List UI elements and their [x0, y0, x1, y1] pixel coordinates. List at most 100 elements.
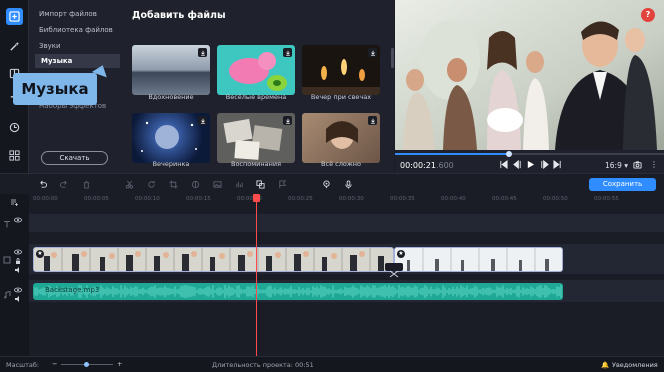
- music-tile-party[interactable]: [132, 113, 210, 163]
- time-ms: .600: [435, 161, 454, 170]
- player-controls: 00:00:21.600 16:9 ▾ ⋮: [395, 150, 664, 173]
- ruler-tick: 00:00:05: [84, 196, 109, 202]
- tile-caption: Вечеринка: [152, 160, 190, 168]
- download-icon[interactable]: [368, 116, 377, 125]
- clock-icon[interactable]: [6, 119, 23, 136]
- playback-time: 00:00:21.600: [400, 161, 454, 170]
- ruler-tick: 00:00:45: [492, 196, 517, 202]
- eye-icon[interactable]: [14, 248, 22, 256]
- zoom-out-icon[interactable]: −: [52, 360, 57, 368]
- download-icon[interactable]: [283, 48, 292, 57]
- progress-fill: [395, 153, 508, 155]
- undo-icon[interactable]: [38, 180, 47, 189]
- aspect-ratio-select[interactable]: 16:9 ▾: [605, 161, 628, 170]
- playhead-handle[interactable]: [253, 194, 260, 202]
- download-icon[interactable]: [283, 116, 292, 125]
- camera-icon[interactable]: [633, 160, 642, 169]
- lock-icon[interactable]: [14, 257, 22, 265]
- music-callout: Музыка: [13, 73, 97, 105]
- more-options-icon[interactable]: ⋮: [650, 160, 659, 169]
- project-duration: Длительность проекта: 00:51: [212, 361, 314, 369]
- stabilize-icon[interactable]: [322, 180, 331, 189]
- category-library[interactable]: Библиотека файлов: [39, 26, 113, 34]
- overlay-icon[interactable]: [256, 180, 265, 189]
- zoom-knob[interactable]: [84, 362, 89, 367]
- flag-icon[interactable]: [278, 180, 287, 189]
- ruler-tick: 00:00:10: [135, 196, 160, 202]
- speaker-icon[interactable]: [14, 266, 22, 274]
- notifications-link[interactable]: Уведомления: [612, 361, 658, 369]
- step-forward-icon[interactable]: [540, 160, 549, 169]
- download-icon[interactable]: [368, 48, 377, 57]
- delete-icon[interactable]: [82, 180, 91, 189]
- magic-wand-icon[interactable]: [6, 38, 23, 55]
- progress-knob[interactable]: [506, 151, 512, 157]
- video-clip-2[interactable]: ★: [394, 247, 563, 272]
- clip-star-icon: ★: [36, 250, 44, 258]
- add-files-panel: Добавить файлы Вдохновение Весёлые време…: [120, 0, 394, 173]
- import-icon[interactable]: [6, 8, 23, 25]
- text-track[interactable]: [29, 214, 664, 232]
- edit-toolbar: [0, 173, 664, 194]
- audio-clip[interactable]: Backstage.mp3: [33, 283, 563, 300]
- ruler-tick: 00:00:40: [441, 196, 466, 202]
- zoom-slider[interactable]: [61, 362, 113, 367]
- step-back-icon[interactable]: [513, 160, 522, 169]
- ruler-tick: 00:00:25: [288, 196, 313, 202]
- time-main: 00:00:21: [400, 161, 436, 170]
- clip-star-icon: ★: [397, 250, 405, 258]
- video-clip-1[interactable]: ★: [33, 247, 394, 272]
- music-tile-fun-times[interactable]: [217, 45, 295, 95]
- save-button[interactable]: Сохранить: [589, 178, 656, 191]
- text-track-icon: [4, 221, 10, 228]
- ruler-tick: 00:00:50: [543, 196, 568, 202]
- files-scrollbar[interactable]: [391, 48, 394, 68]
- more-tools-icon[interactable]: [6, 147, 23, 164]
- zoom-label: Масштаб:: [6, 361, 40, 369]
- add-track-icon[interactable]: [10, 198, 18, 206]
- tile-caption: Всё сложно: [321, 160, 361, 168]
- ruler-tick: 00:00:15: [186, 196, 211, 202]
- timeline: 00:00:00 00:00:05 00:00:10 00:00:15 00:0…: [0, 194, 664, 356]
- download-icon[interactable]: [198, 48, 207, 57]
- crop-icon[interactable]: [169, 180, 178, 189]
- cut-icon[interactable]: [125, 180, 134, 189]
- music-tile-complicated[interactable]: [302, 113, 380, 163]
- help-button[interactable]: ?: [641, 8, 655, 22]
- bell-icon[interactable]: 🔔: [601, 361, 609, 369]
- download-icon[interactable]: [198, 116, 207, 125]
- music-tile-inspiration[interactable]: [132, 45, 210, 95]
- transition-icon[interactable]: [385, 263, 403, 278]
- files-title: Добавить файлы: [132, 10, 226, 21]
- tile-caption: Вдохновение: [148, 93, 194, 101]
- zoom-in-icon[interactable]: +: [117, 360, 122, 368]
- ruler-tick: 00:00:00: [33, 196, 58, 202]
- speaker-icon[interactable]: [14, 295, 22, 303]
- eye-icon[interactable]: [14, 286, 22, 294]
- tile-caption: Весёлые времена: [225, 93, 287, 101]
- time-ruler[interactable]: 00:00:00 00:00:05 00:00:10 00:00:15 00:0…: [29, 194, 664, 207]
- image-icon[interactable]: [213, 180, 222, 189]
- clip-thumbnails: [395, 248, 562, 271]
- playhead[interactable]: [253, 194, 260, 356]
- color-adjust-icon[interactable]: [191, 180, 200, 189]
- tile-caption: Воспоминания: [231, 160, 281, 168]
- music-track-icon: [4, 291, 11, 299]
- category-import[interactable]: Импорт файлов: [39, 10, 97, 18]
- skip-start-icon[interactable]: [499, 160, 508, 169]
- rotate-icon[interactable]: [147, 180, 156, 189]
- category-sounds[interactable]: Звуки: [39, 42, 61, 50]
- microphone-icon[interactable]: [344, 180, 353, 189]
- redo-icon[interactable]: [60, 180, 69, 189]
- music-tile-memories[interactable]: [217, 113, 295, 163]
- tile-caption: Вечер при свечах: [310, 93, 372, 101]
- audio-levels-icon[interactable]: [235, 180, 244, 189]
- video-preview[interactable]: [395, 0, 664, 150]
- playback-progress[interactable]: [395, 151, 664, 157]
- eye-icon[interactable]: [14, 216, 22, 224]
- download-button[interactable]: Скачать: [41, 151, 108, 165]
- music-tile-candle-evening[interactable]: [302, 45, 380, 95]
- play-icon[interactable]: [526, 160, 535, 169]
- skip-end-icon[interactable]: [553, 160, 562, 169]
- audio-waveform: [34, 285, 562, 298]
